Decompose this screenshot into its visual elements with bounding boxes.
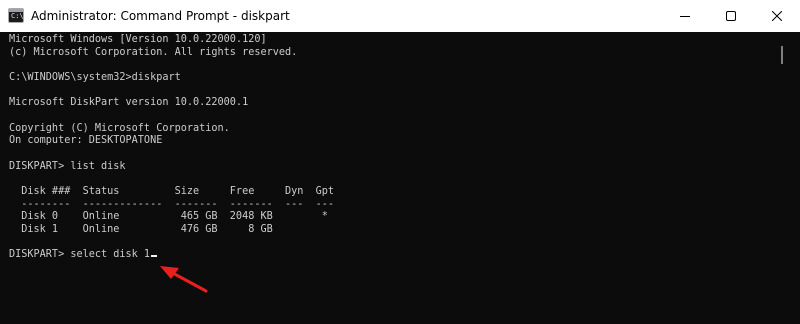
app-icon-glyph: C:\ [11,12,24,20]
window-title: Administrator: Command Prompt - diskpart [31,9,290,23]
minimize-button[interactable] [662,0,708,32]
close-button[interactable] [754,0,800,32]
command-prompt-window: C:\ Administrator: Command Prompt - disk… [0,0,800,324]
console-line: (c) Microsoft Corporation. All rights re… [9,46,298,58]
console-line: Copyright (C) Microsoft Corporation. [9,122,230,134]
console-line: On computer: DESKTOPATONE [9,135,163,147]
text-cursor [151,255,158,258]
maximize-button[interactable] [708,0,754,32]
disk-table-row: Disk 1 Online 476 GB 8 GB [9,223,273,235]
scrollbar-thumb[interactable] [781,46,783,64]
minimize-icon [680,16,690,17]
console-line: Microsoft DiskPart version 10.0.22000.1 [9,97,249,109]
vertical-scrollbar[interactable] [778,32,800,324]
console-line: DISKPART> list disk [9,160,126,172]
command-prompt-icon[interactable]: C:\ [8,8,24,23]
maximize-icon [726,11,736,21]
current-command[interactable]: DISKPART> select disk 1 [9,249,150,260]
disk-table-separator: -------- ------------- ------- ------- -… [9,198,335,210]
window-controls [662,0,800,32]
red-arrow-icon [160,266,208,293]
title-bar[interactable]: C:\ Administrator: Command Prompt - disk… [0,0,800,32]
close-icon [772,11,782,21]
console-line: Microsoft Windows [Version 10.0.22000.12… [9,34,267,45]
disk-table-header: Disk ### Status Size Free Dyn Gpt [9,185,335,197]
console-output[interactable]: Microsoft Windows [Version 10.0.22000.12… [0,32,778,324]
console-line: C:\WINDOWS\system32>diskpart [9,71,181,83]
console-text: Microsoft Windows [Version 10.0.22000.12… [0,32,778,262]
disk-table-row: Disk 0 Online 465 GB 2048 KB * [9,211,328,223]
